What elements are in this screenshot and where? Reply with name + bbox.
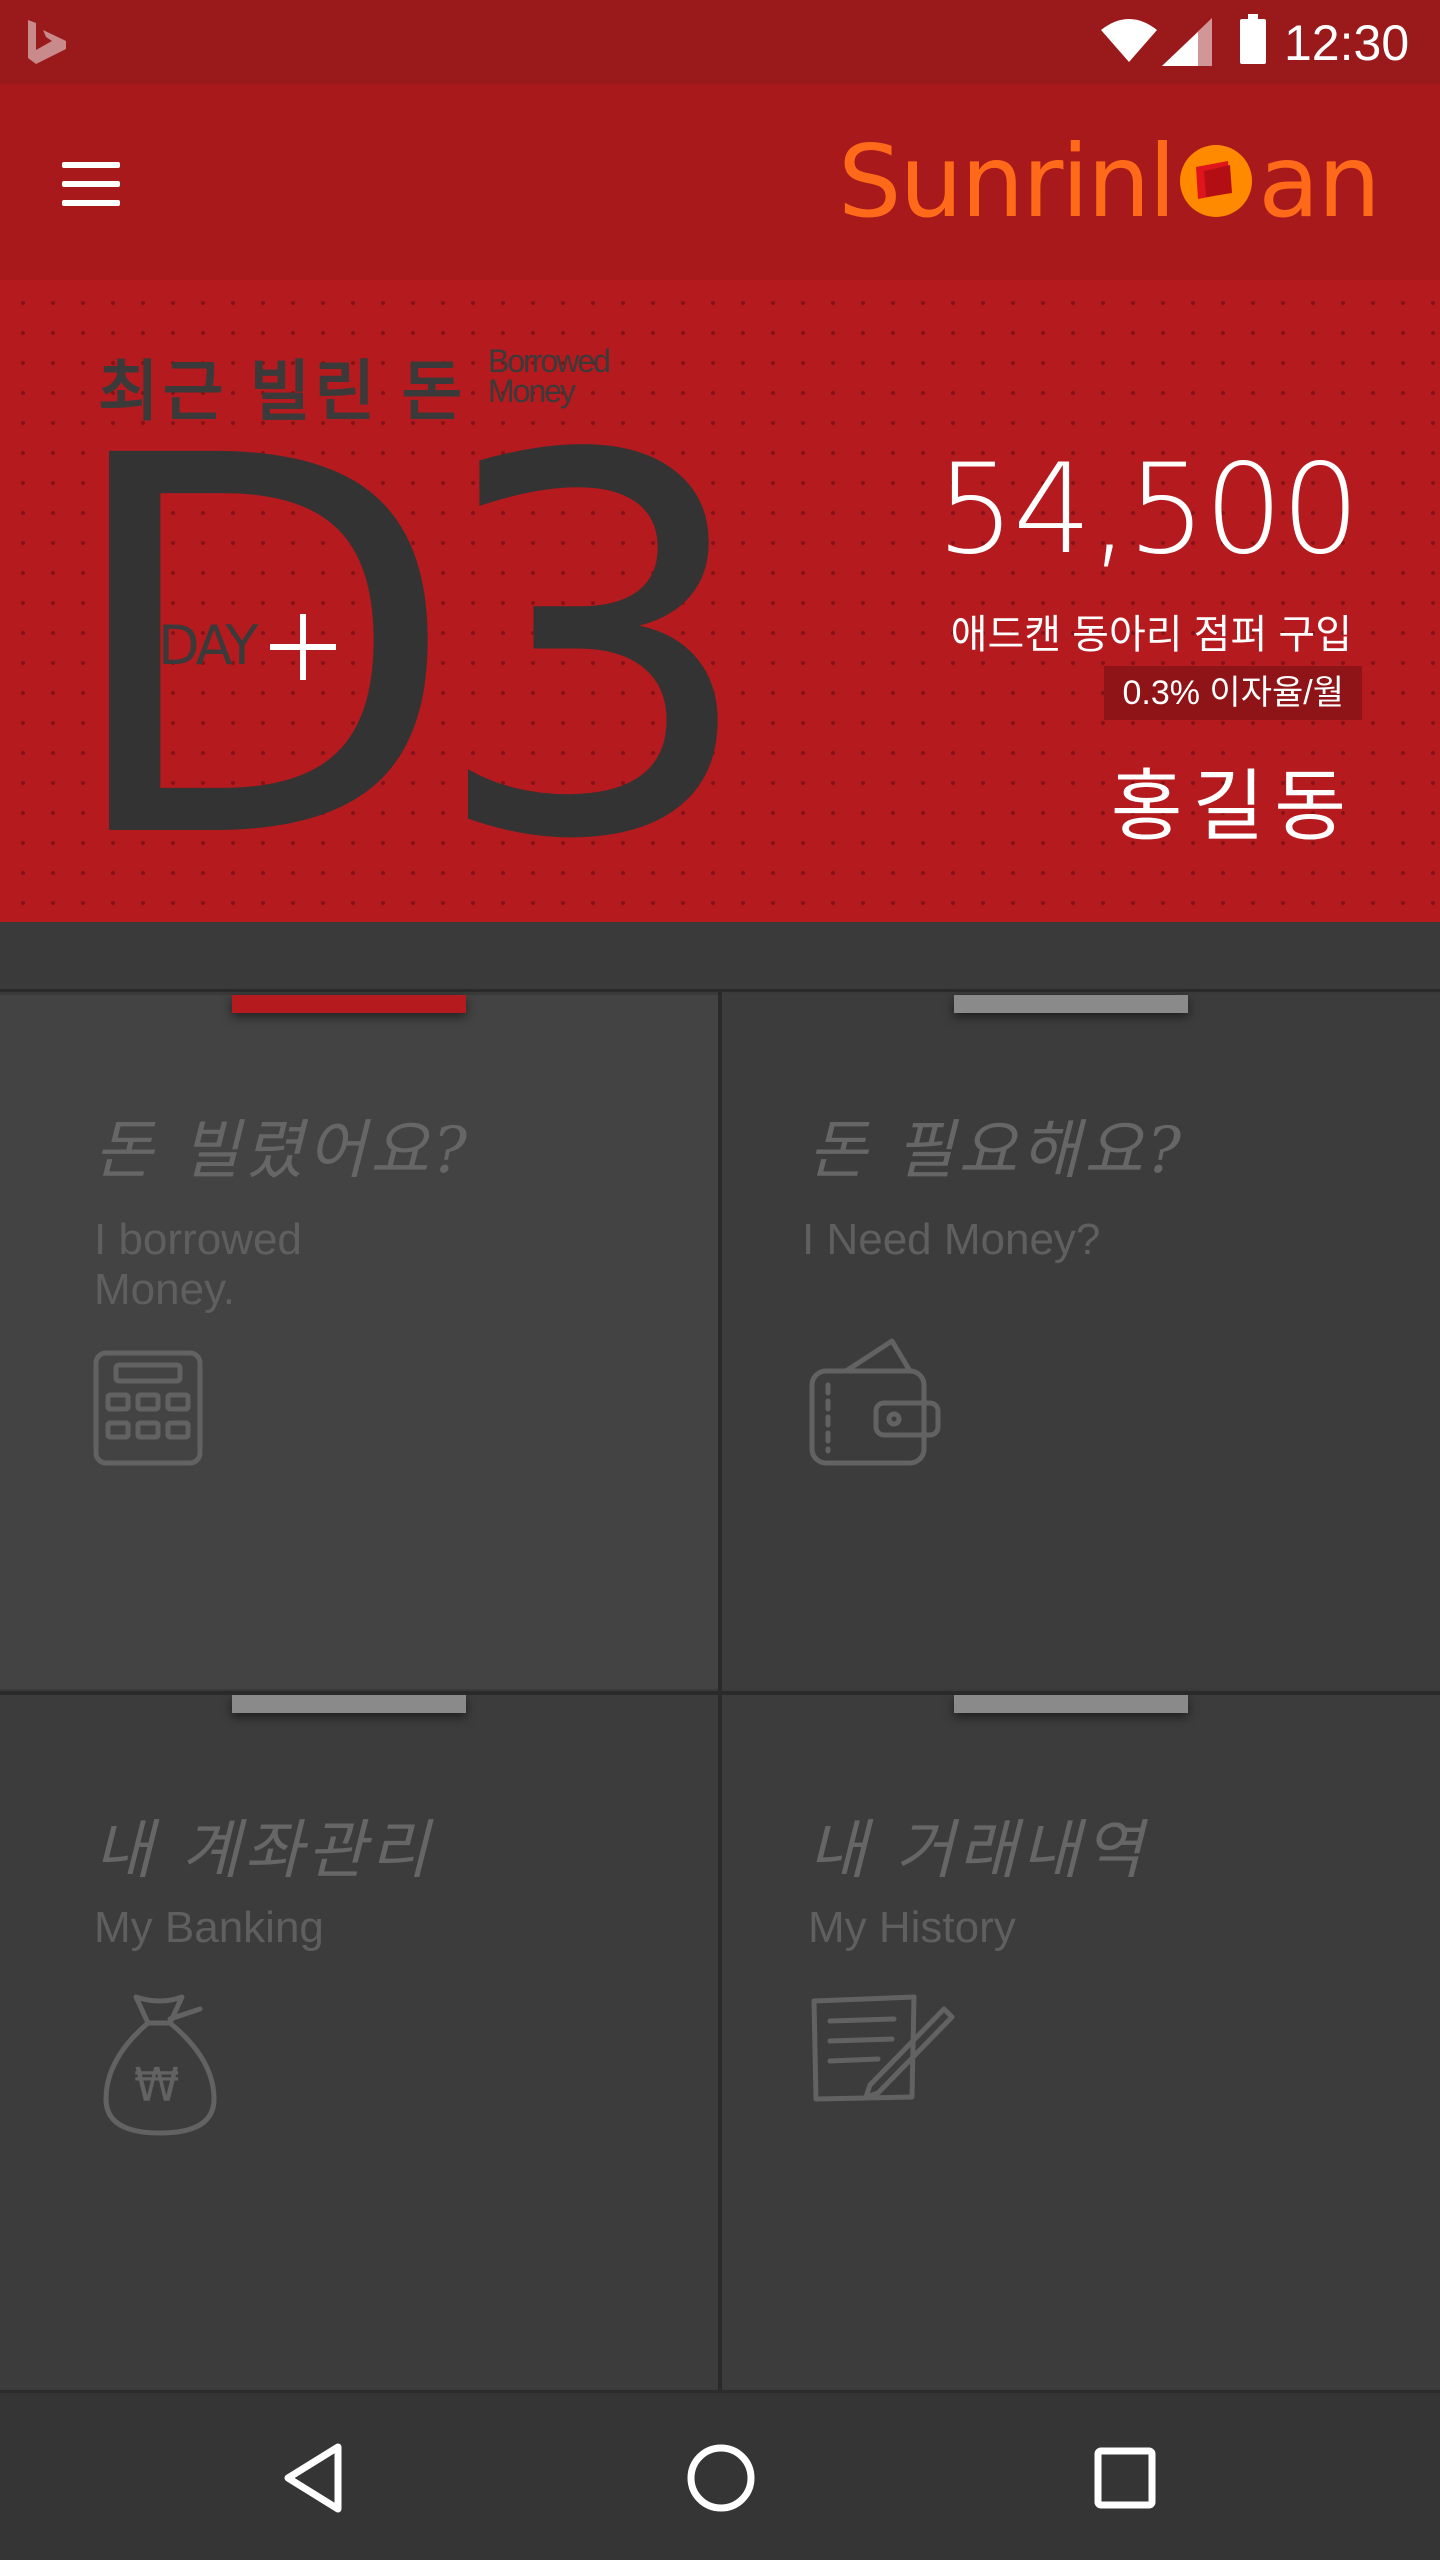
tile-english-title: I Need Money? [802, 1215, 1101, 1264]
tile-english-title: I borrowed Money. [94, 1215, 302, 1314]
back-icon[interactable] [274, 2433, 364, 2523]
status-bar: 12:30 [0, 0, 1440, 84]
grid-divider-horizontal [0, 1691, 1440, 1695]
interest-rate-badge: 0.3% 이자율/월 [1104, 666, 1362, 720]
tile-borrowed-money[interactable]: 돈 빌렸어요? I borrowed Money. [0, 995, 718, 1689]
tile-indicator [232, 1695, 466, 1713]
tile-indicator [954, 995, 1188, 1013]
signal-icon [1162, 18, 1212, 66]
loan-amount: 54,500 [936, 438, 1360, 582]
history-note-icon [811, 1994, 955, 2102]
section-divider-band [0, 922, 1440, 992]
tile-need-money[interactable]: 돈 필요해요? I Need Money? [722, 995, 1440, 1689]
tile-english-title: My Banking [94, 1903, 324, 1952]
tile-my-history[interactable]: 내 거래내역 My History [722, 1695, 1440, 2389]
wallet-icon [809, 1338, 941, 1466]
battery-icon [1240, 14, 1266, 64]
app-bar: Sunrinl an [0, 84, 1440, 280]
day-label: DAY [158, 614, 258, 677]
borrower-name: 홍길동 [1110, 762, 1356, 850]
recent-loan-card[interactable]: 최근 빌린 돈 Borrowed Money D3 DAY 54,500 애드캔… [0, 280, 1440, 922]
tile-indicator [232, 995, 466, 1013]
tile-korean-title: 돈 빌렸어요? [94, 1114, 472, 1188]
tile-english-title: My History [808, 1903, 1016, 1952]
logo-o-mark-icon [1180, 145, 1253, 217]
svg-text:₩: ₩ [134, 2058, 179, 2112]
tile-my-banking[interactable]: 내 계좌관리 My Banking ₩ [0, 1695, 718, 2389]
logo-wordmark: Sunrinl [838, 122, 1176, 240]
home-icon[interactable] [676, 2433, 766, 2523]
tile-indicator [954, 1695, 1188, 1713]
system-nav-bar [0, 2390, 1440, 2560]
money-bag-icon: ₩ [103, 1994, 217, 2136]
hamburger-menu-icon[interactable] [46, 144, 136, 224]
plus-icon [270, 614, 336, 680]
calculator-icon [93, 1350, 203, 1466]
tile-korean-title: 내 계좌관리 [94, 1814, 433, 1888]
tile-korean-title: 내 거래내역 [808, 1814, 1147, 1888]
wifi-icon [1101, 19, 1157, 62]
bing-icon [28, 20, 66, 64]
recents-icon[interactable] [1080, 2433, 1170, 2523]
status-time: 12:30 [1284, 15, 1410, 71]
tile-korean-title: 돈 필요해요? [808, 1114, 1186, 1188]
app-logo: Sunrinl an [838, 122, 1381, 240]
loan-purpose: 애드캔 동아리 점퍼 구입 [950, 613, 1352, 657]
